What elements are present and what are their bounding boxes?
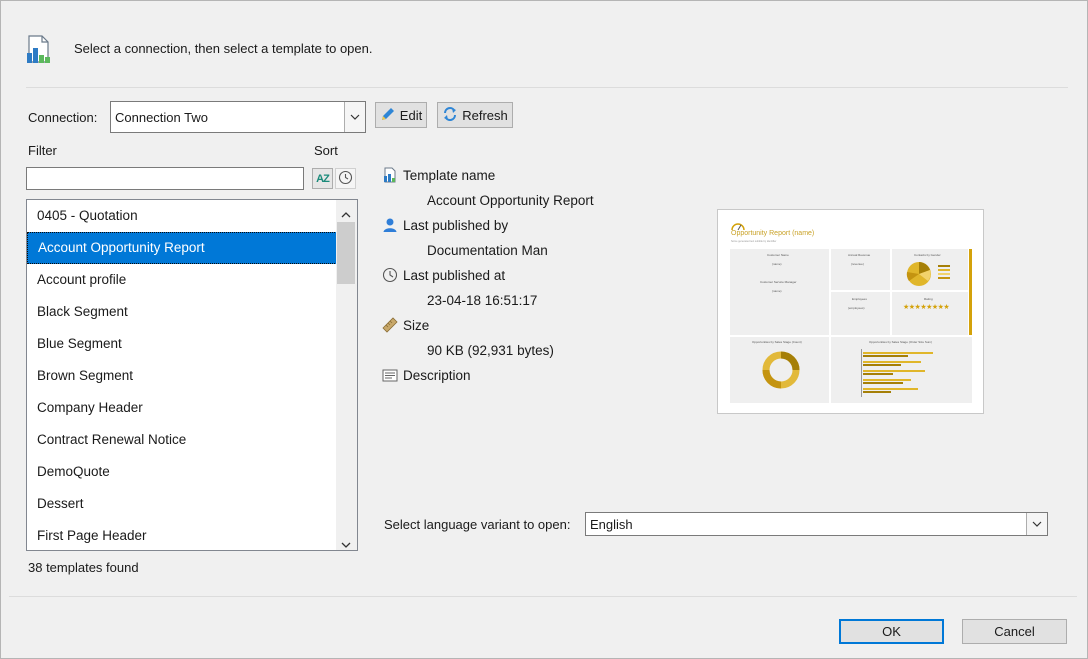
ruler-icon xyxy=(382,317,398,336)
preview-tile-rating: Rating ★★★★★★★★ xyxy=(892,292,968,335)
list-scrollbar[interactable] xyxy=(336,200,357,550)
list-item[interactable]: DemoQuote xyxy=(27,456,337,488)
preview-subtitle: Some generated text subtitle by identifi… xyxy=(731,240,777,243)
description-icon xyxy=(382,367,398,386)
filter-label: Filter xyxy=(28,143,57,158)
template-app-icon xyxy=(25,35,53,65)
preview-customer-name-value: (name) xyxy=(772,262,782,266)
template-count: 38 templates found xyxy=(28,560,139,575)
preview-service-manager-value: (name) xyxy=(772,289,782,293)
preview-gender: Contacts by Gender xyxy=(914,253,941,257)
sort-date-button[interactable] xyxy=(335,168,356,189)
list-item[interactable]: Account profile xyxy=(27,264,337,296)
header-divider xyxy=(26,87,1068,88)
language-select[interactable]: English xyxy=(585,512,1048,536)
language-value: English xyxy=(590,517,633,532)
connection-select[interactable]: Connection Two xyxy=(110,101,366,133)
edit-button-label: Edit xyxy=(399,107,423,123)
preview-pie-chart xyxy=(906,262,931,286)
list-item[interactable]: Brown Segment xyxy=(27,360,337,392)
preview-rating-stars: ★★★★★★★★ xyxy=(903,304,950,311)
preview-tile-stage-count: Opportunities by Sales Stage (Count) xyxy=(730,337,829,403)
preview-tile-revenue: Annual Revenue (revenue) xyxy=(831,249,890,290)
preview-pie-legend xyxy=(938,265,950,281)
sort-az-button[interactable]: AZ xyxy=(312,168,333,189)
chevron-down-icon[interactable] xyxy=(1026,513,1047,535)
list-item[interactable]: Dessert xyxy=(27,488,337,520)
list-item[interactable]: Contract Renewal Notice xyxy=(27,424,337,456)
template-preview: Opportunity Report (name) Some generated… xyxy=(717,209,984,414)
pencil-icon xyxy=(380,106,396,125)
connection-value: Connection Two xyxy=(115,110,208,125)
published-at-value: 23-04-18 16:51:17 xyxy=(427,293,538,308)
language-label: Select language variant to open: xyxy=(384,517,571,532)
clock-icon xyxy=(382,267,398,286)
chevron-down-icon[interactable] xyxy=(344,102,365,132)
preview-revenue: Annual Revenue xyxy=(848,253,871,257)
preview-tile-gender: Contacts by Gender xyxy=(892,249,968,290)
refresh-button-label: Refresh xyxy=(462,107,508,123)
preview-stage-size: Opportunities by Sales Stage (Order Size… xyxy=(869,340,933,344)
scroll-down-icon[interactable] xyxy=(341,536,351,550)
size-label: Size xyxy=(403,318,430,333)
template-name-label: Template name xyxy=(403,168,496,183)
list-item-selected[interactable]: Account Opportunity Report xyxy=(27,232,337,264)
clock-icon xyxy=(338,170,353,188)
published-by-value: Documentation Man xyxy=(427,243,548,258)
preview-service-manager: Customer Service Manager xyxy=(760,280,797,284)
preview-title: Opportunity Report (name) xyxy=(731,230,815,237)
preview-employees-value: (employees) xyxy=(848,306,865,310)
ok-button[interactable]: OK xyxy=(839,619,944,644)
preview-employees: Employees xyxy=(852,297,867,301)
list-item[interactable]: Black Segment xyxy=(27,296,337,328)
list-item[interactable]: First Page Header xyxy=(27,520,337,550)
preview-revenue-value: (revenue) xyxy=(851,262,864,266)
preview-rating: Rating xyxy=(924,297,933,301)
filter-input[interactable] xyxy=(26,167,304,190)
open-template-dialog: Select a connection, then select a templ… xyxy=(0,0,1088,659)
footer-divider xyxy=(9,596,1077,597)
preview-stage-count: Opportunities by Sales Stage (Count) xyxy=(752,340,802,344)
preview-donut-chart xyxy=(762,351,800,389)
description-label: Description xyxy=(403,368,471,383)
published-by-label: Last published by xyxy=(403,218,509,233)
size-value: 90 KB (92,931 bytes) xyxy=(427,343,554,358)
cancel-button-label: Cancel xyxy=(994,624,1035,639)
template-name-value: Account Opportunity Report xyxy=(427,193,594,208)
preview-tile-stage-size: Opportunities by Sales Stage (Order Size… xyxy=(831,337,972,403)
list-item[interactable]: 0405 - Quotation xyxy=(27,200,337,232)
preview-accent-bar xyxy=(969,249,972,335)
refresh-button[interactable]: Refresh xyxy=(437,102,513,128)
header-message: Select a connection, then select a templ… xyxy=(74,41,373,56)
ok-button-label: OK xyxy=(882,624,901,639)
preview-page: Opportunity Report (name) Some generated… xyxy=(729,221,974,404)
preview-customer-name: Customer Name xyxy=(767,253,789,257)
published-at-label: Last published at xyxy=(403,268,506,283)
edit-button[interactable]: Edit xyxy=(375,102,427,128)
sort-label: Sort xyxy=(314,143,338,158)
user-icon xyxy=(382,217,398,236)
cancel-button[interactable]: Cancel xyxy=(962,619,1067,644)
refresh-icon xyxy=(442,106,458,125)
template-list[interactable]: 0405 - Quotation Account Opportunity Rep… xyxy=(26,199,358,551)
template-file-icon xyxy=(382,167,398,186)
preview-tile-customer: Customer Name (name) Customer Service Ma… xyxy=(730,249,829,335)
scroll-up-icon[interactable] xyxy=(341,206,351,221)
connection-label: Connection: xyxy=(28,110,98,125)
scroll-thumb[interactable] xyxy=(337,222,355,284)
preview-tile-employees: Employees (employees) xyxy=(831,292,890,335)
preview-bar-chart xyxy=(861,349,961,397)
list-item[interactable]: Blue Segment xyxy=(27,328,337,360)
sort-alphabetical-icon: AZ xyxy=(316,172,330,185)
list-item[interactable]: Company Header xyxy=(27,392,337,424)
